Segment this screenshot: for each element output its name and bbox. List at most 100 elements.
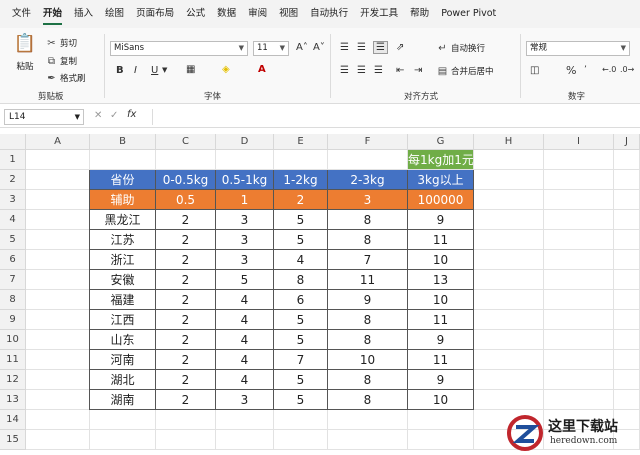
row-header[interactable]: 5: [0, 230, 26, 250]
column-header[interactable]: J: [614, 134, 640, 150]
row-header[interactable]: 13: [0, 390, 26, 410]
menu-developer[interactable]: 开发工具: [354, 0, 404, 28]
align-right-icon[interactable]: ☰: [374, 65, 383, 76]
cell[interactable]: [614, 330, 640, 350]
cell[interactable]: [474, 270, 544, 290]
cell[interactable]: [614, 310, 640, 330]
cell[interactable]: [26, 210, 90, 230]
table-data-cell[interactable]: 安徽: [90, 270, 156, 290]
align-center-icon[interactable]: ☰: [357, 65, 366, 76]
cell[interactable]: [474, 310, 544, 330]
fill-color-icon[interactable]: ◈: [222, 64, 230, 75]
cell[interactable]: [614, 210, 640, 230]
cell[interactable]: [26, 350, 90, 370]
decrease-indent-icon[interactable]: ⇤: [396, 65, 404, 76]
table-data-cell[interactable]: 山东: [90, 330, 156, 350]
aux-row-cell[interactable]: 2: [274, 190, 328, 210]
cell[interactable]: [26, 290, 90, 310]
font-size-select[interactable]: 11 ▼: [253, 41, 289, 56]
table-data-cell[interactable]: 4: [216, 290, 274, 310]
font-name-select[interactable]: MiSans ▼: [110, 41, 248, 56]
merge-center-button[interactable]: ▤ 合并后居中: [437, 65, 494, 78]
row-header[interactable]: 4: [0, 210, 26, 230]
table-data-cell[interactable]: 13: [408, 270, 474, 290]
column-header[interactable]: F: [328, 134, 408, 150]
table-data-cell[interactable]: 浙江: [90, 250, 156, 270]
cell[interactable]: [216, 150, 274, 170]
cell[interactable]: [216, 410, 274, 430]
table-data-cell[interactable]: 3: [216, 250, 274, 270]
menu-home[interactable]: 开始: [37, 0, 68, 28]
confirm-icon[interactable]: ✓: [110, 110, 118, 121]
cell[interactable]: [26, 230, 90, 250]
menu-file[interactable]: 文件: [6, 0, 37, 28]
cell[interactable]: [544, 330, 614, 350]
cell[interactable]: [544, 310, 614, 330]
row-header[interactable]: 9: [0, 310, 26, 330]
cell[interactable]: [216, 430, 274, 450]
table-data-cell[interactable]: 黑龙江: [90, 210, 156, 230]
row-header[interactable]: 12: [0, 370, 26, 390]
cell[interactable]: [474, 210, 544, 230]
comma-icon[interactable]: ’: [584, 65, 587, 75]
menu-automate[interactable]: 自动执行: [304, 0, 354, 28]
cell[interactable]: [544, 290, 614, 310]
table-data-cell[interactable]: 11: [408, 310, 474, 330]
cell[interactable]: [156, 410, 216, 430]
table-data-cell[interactable]: 10: [408, 250, 474, 270]
table-header-cell[interactable]: 省份: [90, 170, 156, 190]
cell[interactable]: [328, 150, 408, 170]
column-header[interactable]: C: [156, 134, 216, 150]
cell[interactable]: [90, 430, 156, 450]
cell[interactable]: [544, 190, 614, 210]
cell[interactable]: [26, 250, 90, 270]
table-data-cell[interactable]: 5: [274, 210, 328, 230]
format-painter-button[interactable]: ✒ 格式刷: [46, 72, 85, 85]
table-header-cell[interactable]: 2-3kg: [328, 170, 408, 190]
table-data-cell[interactable]: 5: [274, 230, 328, 250]
cell[interactable]: [614, 390, 640, 410]
table-data-cell[interactable]: 2: [156, 270, 216, 290]
table-data-cell[interactable]: 2: [156, 290, 216, 310]
cell[interactable]: [614, 170, 640, 190]
table-data-cell[interactable]: 5: [274, 370, 328, 390]
table-data-cell[interactable]: 湖南: [90, 390, 156, 410]
cell[interactable]: [26, 330, 90, 350]
menu-formulas[interactable]: 公式: [180, 0, 211, 28]
cell[interactable]: [90, 150, 156, 170]
cell[interactable]: [408, 430, 474, 450]
cell[interactable]: [328, 410, 408, 430]
table-data-cell[interactable]: 11: [408, 350, 474, 370]
cell[interactable]: [474, 190, 544, 210]
cut-button[interactable]: ✂ 剪切: [46, 37, 77, 50]
increase-indent-icon[interactable]: ⇥: [414, 65, 422, 76]
wrap-text-button[interactable]: ↵ 自动换行: [437, 42, 485, 55]
increase-font-icon[interactable]: A˄: [296, 42, 308, 53]
table-data-cell[interactable]: 7: [274, 350, 328, 370]
cell[interactable]: [156, 430, 216, 450]
table-data-cell[interactable]: 3: [216, 210, 274, 230]
table-data-cell[interactable]: 5: [274, 310, 328, 330]
row-header[interactable]: 2: [0, 170, 26, 190]
menu-review[interactable]: 审阅: [242, 0, 273, 28]
align-bottom-icon[interactable]: ☰: [373, 41, 388, 54]
menu-data[interactable]: 数据: [211, 0, 242, 28]
row-header[interactable]: 7: [0, 270, 26, 290]
table-data-cell[interactable]: 11: [328, 270, 408, 290]
table-data-cell[interactable]: 4: [216, 370, 274, 390]
table-data-cell[interactable]: 5: [274, 390, 328, 410]
cell[interactable]: [544, 270, 614, 290]
decrease-decimal-icon[interactable]: .0→: [620, 65, 634, 74]
menu-help[interactable]: 帮助: [404, 0, 435, 28]
orientation-icon[interactable]: ⇗: [396, 42, 404, 53]
row-header[interactable]: 6: [0, 250, 26, 270]
cell[interactable]: [614, 370, 640, 390]
menu-insert[interactable]: 插入: [68, 0, 99, 28]
cell[interactable]: [26, 270, 90, 290]
row-header[interactable]: 3: [0, 190, 26, 210]
cell[interactable]: [474, 250, 544, 270]
cell[interactable]: [614, 190, 640, 210]
decrease-font-icon[interactable]: A˅: [313, 42, 325, 53]
name-box[interactable]: L14 ▼: [4, 109, 84, 125]
cell[interactable]: [274, 150, 328, 170]
